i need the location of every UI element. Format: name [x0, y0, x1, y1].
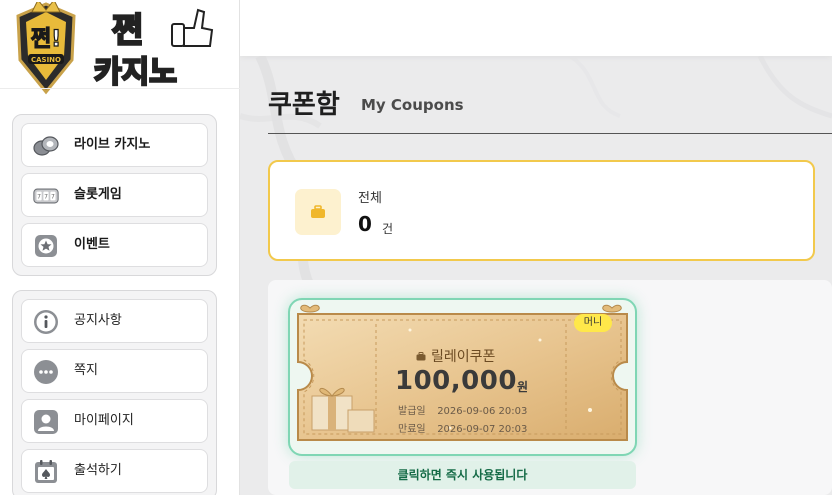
sidebar-item-label: 마이페이지 — [74, 413, 134, 428]
sidebar-item-label: 공지사항 — [74, 313, 122, 328]
coupon-type-badge: 머니 — [574, 314, 612, 332]
sidebar-item-label: 쪽지 — [74, 363, 98, 378]
sidebar-item-notice[interactable]: 공지사항 — [21, 299, 208, 343]
coupon-amount: 100,000 — [395, 366, 517, 396]
sidebar-item-slot-game[interactable]: 7 7 7 슬롯게임 — [21, 173, 208, 217]
logo-side-bottom: 카지노 — [94, 55, 177, 90]
chips-icon — [33, 133, 59, 159]
logo-side-top: 쩐 — [112, 11, 143, 51]
sidebar-divider — [0, 88, 240, 89]
briefcase-icon — [311, 205, 325, 218]
top-header-bar — [240, 0, 832, 56]
page-title: 쿠폰함 — [268, 90, 340, 120]
logo-main-text: 쩐! — [31, 27, 61, 52]
logo-casino-text: CASINO — [31, 56, 61, 64]
sidebar-item-mypage[interactable]: 마이페이지 — [21, 399, 208, 443]
coupon-summary-card: 전체 0 건 — [268, 160, 815, 261]
main-menu-group: 라이브 카지노 7 7 7 슬롯게임 이벤트 — [12, 114, 217, 276]
slot-machine-icon: 7 7 7 — [33, 183, 59, 209]
use-coupon-button[interactable]: 클릭하면 즉시 사용됩니다 — [289, 461, 636, 489]
coupon-expire-row: 만료일 2026-09-07 20:03 — [398, 420, 527, 435]
sidebar-item-attendance[interactable]: 출석하기 — [21, 449, 208, 493]
summary-label: 전체 — [358, 191, 382, 206]
sub-menu-group: 공지사항 쪽지 마이페이지 출석하기 — [12, 290, 217, 495]
svg-text:7: 7 — [44, 194, 48, 201]
sidebar-item-label: 출석하기 — [74, 463, 122, 478]
sidebar-item-message[interactable]: 쪽지 — [21, 349, 208, 393]
sidebar-item-live-casino[interactable]: 라이브 카지노 — [21, 123, 208, 167]
sidebar-item-label: 라이브 카지노 — [74, 137, 151, 152]
coupon-name-row: 릴레이쿠폰 — [416, 346, 495, 366]
coupon-currency: 원 — [517, 380, 529, 394]
expires-date: 2026-09-07 20:03 — [437, 424, 528, 435]
coupon-name: 릴레이쿠폰 — [431, 349, 496, 365]
brand-logo[interactable]: 쩐! CASINO 쩐 카지노 — [12, 0, 217, 96]
coupon-card[interactable]: 머니 릴레이쿠폰 100,000 원 발급일 2026-09-06 20:03 … — [288, 298, 637, 456]
svg-text:7: 7 — [37, 194, 41, 201]
star-badge-icon — [33, 233, 59, 259]
sidebar-item-label: 이벤트 — [74, 237, 110, 252]
issued-label: 발급일 — [398, 406, 426, 417]
message-icon — [33, 359, 59, 385]
calendar-icon — [33, 459, 59, 485]
sidebar-item-event[interactable]: 이벤트 — [21, 223, 208, 267]
expires-label: 만료일 — [398, 424, 426, 435]
title-divider — [268, 133, 832, 134]
user-icon — [33, 409, 59, 435]
sidebar: 쩐! CASINO 쩐 카지노 라이브 카지노 7 7 7 슬롯게임 이벤트 공… — [0, 0, 240, 495]
briefcase-icon — [416, 351, 426, 360]
summary-count: 0 — [358, 212, 372, 236]
info-icon — [33, 309, 59, 335]
summary-unit: 건 — [382, 222, 394, 236]
svg-text:7: 7 — [51, 194, 55, 201]
issued-date: 2026-09-06 20:03 — [437, 406, 528, 417]
coupon-issued-row: 발급일 2026-09-06 20:03 — [398, 402, 527, 417]
summary-icon-box — [295, 189, 341, 235]
page-subtitle: My Coupons — [361, 96, 464, 114]
thumbs-up-icon — [171, 8, 214, 47]
sidebar-item-label: 슬롯게임 — [74, 187, 122, 202]
